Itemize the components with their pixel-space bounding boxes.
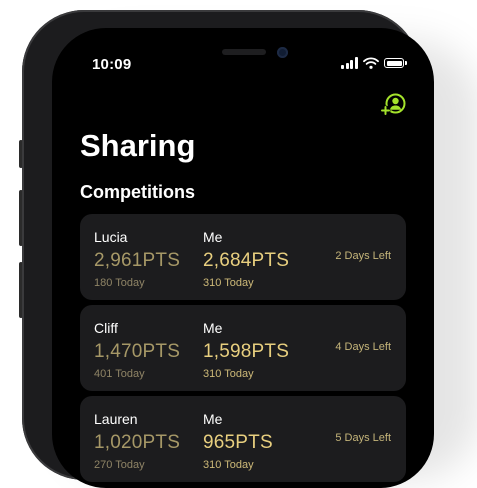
my-today: 310 Today bbox=[203, 277, 254, 289]
my-today: 310 Today bbox=[203, 368, 254, 380]
my-points: 1,598PTS bbox=[203, 341, 290, 362]
competition-card[interactable]: Cliff 1,470PTS 401 Today Me 1,598PTS 310… bbox=[80, 305, 406, 391]
competition-card[interactable]: Lauren 1,020PTS 270 Today Me 965PTS 310 … bbox=[80, 396, 406, 482]
opponent-points: 1,020PTS bbox=[94, 432, 181, 453]
person-add-icon[interactable] bbox=[380, 93, 406, 117]
opponent-today: 180 Today bbox=[94, 277, 145, 289]
competition-card[interactable]: Lucia 2,961PTS 180 Today Me 2,684PTS 310… bbox=[80, 214, 406, 300]
days-left: 5 Days Left bbox=[335, 432, 391, 444]
opponent-name: Lucia bbox=[94, 229, 128, 245]
competitions-heading: Competitions bbox=[80, 182, 195, 202]
phone-screen: 10:09 Sharing Competitions Lucia 2,961PT… bbox=[52, 28, 434, 488]
front-camera bbox=[277, 47, 288, 58]
my-name: Me bbox=[203, 229, 223, 245]
page-title: Sharing bbox=[80, 128, 196, 163]
battery-icon bbox=[384, 58, 407, 68]
wifi-icon bbox=[363, 57, 379, 69]
phone-frame: 10:09 Sharing Competitions Lucia 2,961PT… bbox=[22, 10, 434, 488]
my-points: 2,684PTS bbox=[203, 250, 290, 271]
opponent-today: 401 Today bbox=[94, 368, 145, 380]
opponent-points: 1,470PTS bbox=[94, 341, 181, 362]
opponent-name: Lauren bbox=[94, 411, 138, 427]
opponent-name: Cliff bbox=[94, 320, 118, 336]
cellular-signal-icon bbox=[341, 57, 359, 69]
my-name: Me bbox=[203, 411, 223, 427]
days-left: 2 Days Left bbox=[335, 250, 391, 262]
earpiece-speaker bbox=[222, 49, 266, 55]
my-today: 310 Today bbox=[203, 459, 254, 471]
opponent-points: 2,961PTS bbox=[94, 250, 181, 271]
my-points: 965PTS bbox=[203, 432, 273, 453]
days-left: 4 Days Left bbox=[335, 341, 391, 353]
opponent-today: 270 Today bbox=[94, 459, 145, 471]
my-name: Me bbox=[203, 320, 223, 336]
status-time: 10:09 bbox=[92, 56, 132, 73]
